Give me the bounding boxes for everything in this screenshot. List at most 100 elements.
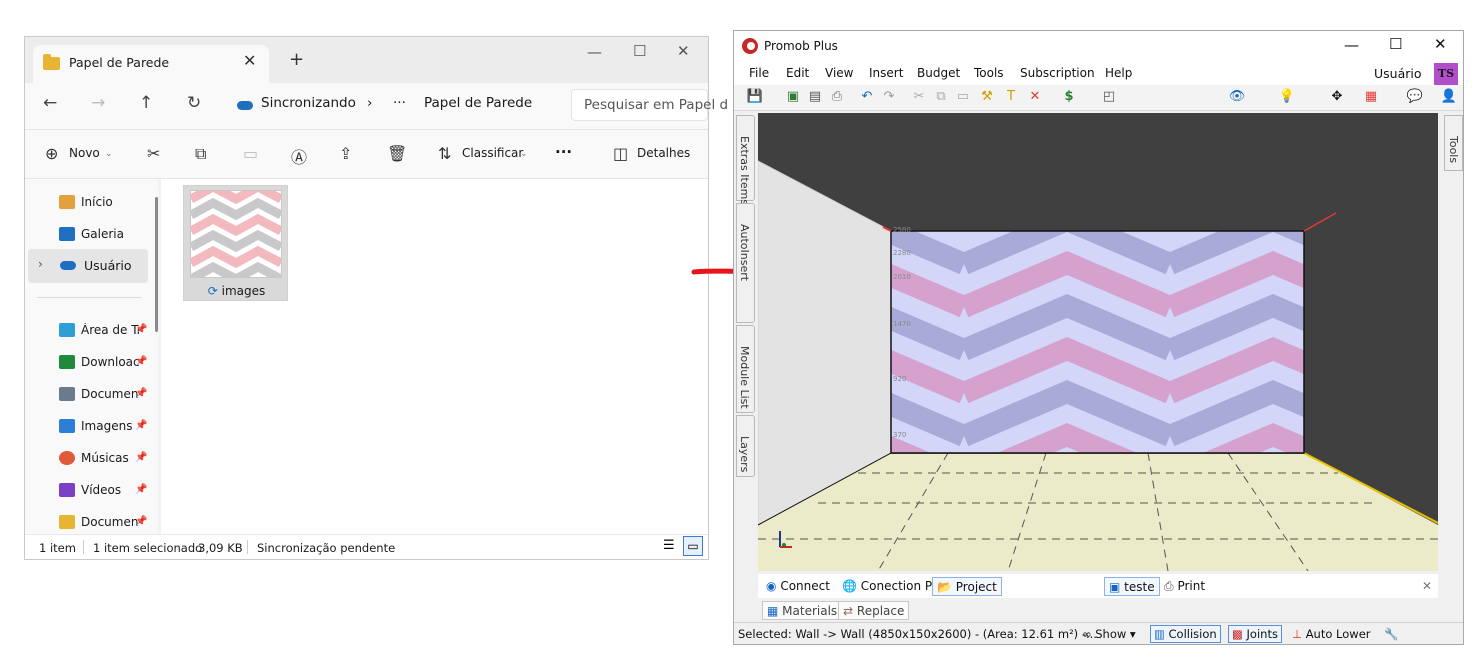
sidebar-item-imagens[interactable]: Imagens 📌 [37, 411, 147, 441]
close-button[interactable]: ✕ [677, 42, 690, 60]
redo-icon[interactable]: ↷ [880, 88, 898, 106]
close-button[interactable]: ✕ [1434, 35, 1447, 53]
explorer-tab[interactable]: Papel de Parede ✕ [33, 45, 269, 83]
sidebar-item-documents-folder[interactable]: Documen 📌 [37, 507, 147, 537]
menu-insert[interactable]: Insert [869, 66, 903, 80]
sidebar-item-desktop[interactable]: Área de Tr 📌 [37, 315, 147, 345]
render-icon[interactable]: ▦ [1362, 88, 1380, 106]
printer-icon[interactable]: ⎙ [828, 88, 846, 106]
tab-layers[interactable]: Layers [736, 415, 755, 477]
menu-edit[interactable]: Edit [786, 66, 809, 80]
save-icon[interactable]: 💾 [746, 88, 764, 106]
share-icon[interactable]: ⇪ [339, 144, 352, 163]
address-bar: ← → ↑ ↻ Sincronizando › ··· Papel de Par… [25, 83, 728, 129]
promob-titlebar: Promob Plus — ☐ ✕ [734, 31, 1463, 61]
auto-lower-toggle[interactable]: ⊥ Auto Lower [1292, 627, 1371, 641]
sidebar-item-videos[interactable]: Vídeos 📌 [37, 475, 147, 505]
minimize-button[interactable]: — [1344, 36, 1359, 54]
tab-extras-items[interactable]: Extras Items [736, 115, 755, 205]
menu-help[interactable]: Help [1105, 66, 1132, 80]
budget-dollar-icon[interactable]: $ [1060, 88, 1078, 106]
avatar[interactable]: TS [1434, 63, 1458, 85]
minimize-button[interactable]: — [587, 43, 602, 61]
details-button[interactable]: Detalhes [637, 146, 690, 160]
tab-tools[interactable]: Tools [1444, 115, 1463, 171]
close-panel-icon[interactable]: ✕ [1418, 577, 1436, 596]
sort-button[interactable]: Classificar [462, 146, 523, 160]
search-input[interactable]: Pesquisar em Papel d [571, 89, 728, 121]
menu-tools[interactable]: Tools [974, 66, 1004, 80]
sidebar-item-inicio[interactable]: Início [37, 187, 147, 217]
paste-icon[interactable]: ▭ [243, 144, 258, 163]
undo-icon[interactable]: ↶ [858, 88, 876, 106]
layout-icon[interactable]: ◰ [1100, 88, 1118, 106]
rename-icon[interactable]: Ⓐ [291, 144, 307, 168]
tab-conection[interactable]: 🌐 Conection P [838, 577, 936, 596]
breadcrumb-current[interactable]: Papel de Parede [424, 95, 532, 111]
show-dropdown[interactable]: ∞ Show ▾ [1082, 627, 1136, 641]
item-count: 1 item [39, 541, 76, 555]
wrench-icon[interactable]: 🔧 [1384, 627, 1398, 641]
tab-teste[interactable]: ▣ teste [1104, 577, 1160, 596]
more-options-button[interactable]: ··· [555, 143, 572, 161]
print-icon[interactable]: ▤ [806, 88, 824, 106]
delete-icon[interactable]: ✕ [1026, 88, 1044, 106]
toolbar: 💾 ▣ ▤ ⎙ ↶ ↷ ✂ ⧉ ▭ ⚒ T ✕ $ ◰ 👁 💡 ✥ ▦ 💬 👤 [734, 85, 1463, 111]
joints-toggle[interactable]: ▩ Joints [1228, 625, 1282, 643]
maximize-button[interactable]: ☐ [633, 42, 646, 60]
sidebar-item-usuario[interactable]: › Usuário [28, 249, 148, 283]
maximize-button[interactable]: ☐ [1389, 35, 1402, 53]
cut-icon[interactable]: ✂ [910, 88, 928, 106]
back-button[interactable]: ← [43, 93, 57, 113]
3d-viewport[interactable]: 2580 2280 2010 1470 920 370 [758, 113, 1438, 571]
tab-close-icon[interactable]: ✕ [243, 51, 256, 70]
paste-icon[interactable]: ▭ [954, 88, 972, 106]
sidebar-item-musicas[interactable]: Músicas 📌 [37, 443, 147, 473]
copy-icon[interactable]: ⧉ [195, 144, 206, 164]
menu-file[interactable]: File [749, 66, 769, 80]
new-button[interactable]: Novo [69, 146, 100, 160]
move-icon[interactable]: ✥ [1328, 88, 1346, 106]
cut-icon[interactable]: ✂ [147, 144, 160, 163]
sidebar-item-label: Downloac [81, 355, 139, 369]
sidebar-item-downloads[interactable]: Downloac 📌 [37, 347, 147, 377]
chevron-right-icon[interactable]: › [38, 257, 43, 271]
collision-toggle[interactable]: ▥ Collision [1150, 625, 1221, 643]
print-preview-icon[interactable]: ▣ [784, 88, 802, 106]
user-profile-icon[interactable]: 👤 [1440, 88, 1458, 106]
file-item-images[interactable]: ⟳ images [183, 181, 288, 301]
new-tab-button[interactable]: + [289, 49, 304, 70]
tab-module-list[interactable]: Module List [736, 325, 755, 413]
nav-scrollbar[interactable] [155, 197, 158, 332]
lower-tabs: ▦ Materials ⇄ Replace [758, 600, 1438, 622]
breadcrumb-ellipsis[interactable]: ··· [393, 95, 406, 111]
menu-view[interactable]: View [825, 66, 853, 80]
tab-print[interactable]: ⎙ Print [1160, 577, 1209, 596]
user-label[interactable]: Usuário [1374, 66, 1422, 81]
details-pane-icon: ◫ [613, 144, 629, 163]
tab-replace[interactable]: ⇄ Replace [838, 601, 910, 620]
sidebar-item-galeria[interactable]: Galeria [37, 219, 147, 249]
refresh-button[interactable]: ↻ [187, 93, 201, 113]
tab-connect[interactable]: ◉ Connect [762, 577, 834, 596]
up-button[interactable]: ↑ [139, 93, 153, 113]
list-view-icon[interactable]: ☰ [663, 538, 675, 553]
copy-icon[interactable]: ⧉ [932, 88, 950, 106]
hammer-icon[interactable]: ⚒ [978, 88, 996, 106]
tiles-view-icon[interactable]: ▭ [683, 536, 703, 556]
pin-icon: 📌 [135, 516, 148, 527]
selection-size: 3,09 KB [198, 541, 243, 555]
tab-project[interactable]: 📂 Project [932, 577, 1002, 596]
delete-icon[interactable]: 🗑 [387, 144, 407, 163]
sidebar-item-documents[interactable]: Documen 📌 [37, 379, 147, 409]
menu-budget[interactable]: Budget [917, 66, 960, 80]
paint-roller-icon[interactable]: T [1002, 88, 1020, 106]
tab-materials[interactable]: ▦ Materials [762, 601, 843, 620]
light-bulb-icon[interactable]: 💡 [1278, 88, 1296, 106]
menu-subscription[interactable]: Subscription [1020, 66, 1095, 80]
chat-icon[interactable]: 💬 [1406, 88, 1424, 106]
eye-icon[interactable]: 👁 [1228, 88, 1246, 106]
tab-autoinsert[interactable]: AutoInsert [736, 203, 755, 323]
forward-button[interactable]: → [91, 93, 105, 113]
promob-logo-icon [742, 38, 758, 54]
